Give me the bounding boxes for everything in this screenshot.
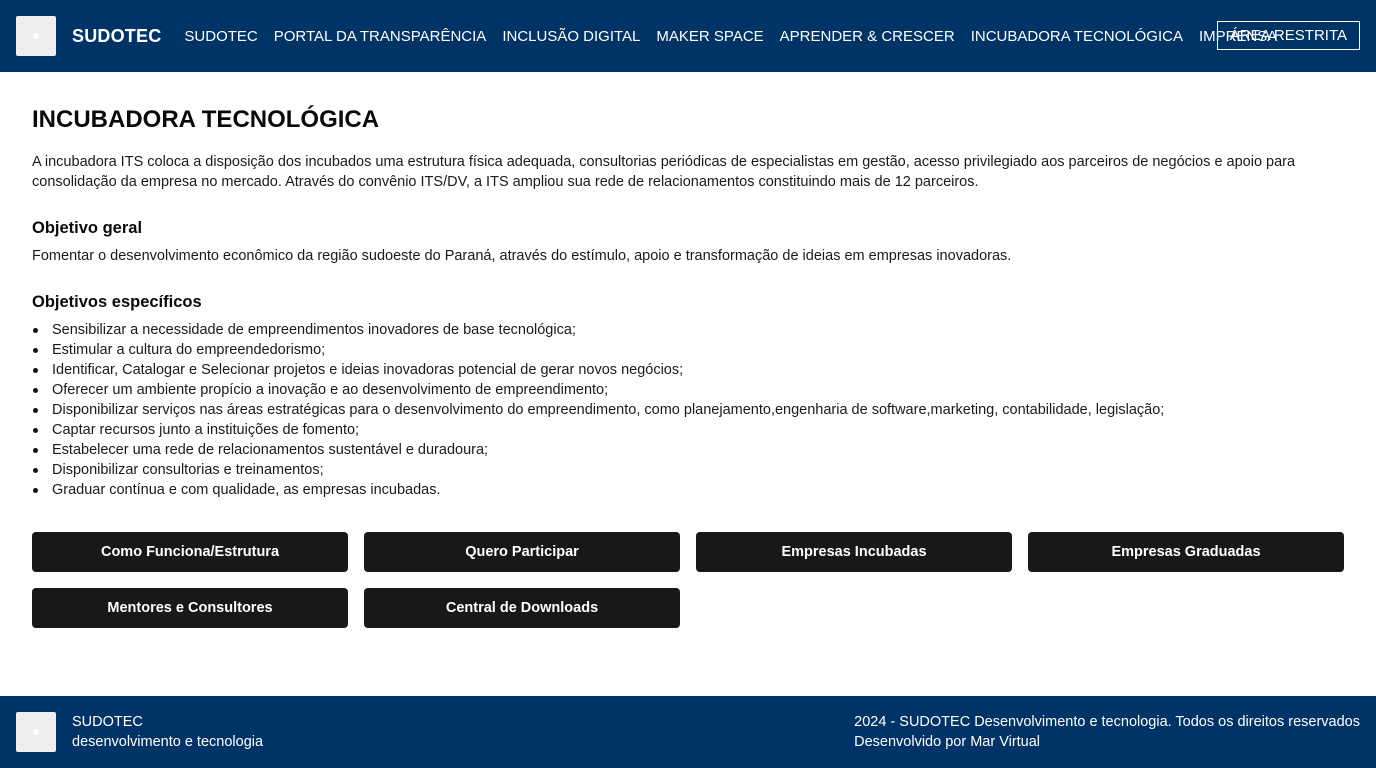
- list-item: Disponibilizar serviços nas áreas estrat…: [32, 400, 1344, 420]
- how-it-works-button[interactable]: Como Funciona/Estrutura: [32, 532, 348, 572]
- list-item: Estabelecer uma rede de relacionamentos …: [32, 440, 1344, 460]
- list-item: Identificar, Catalogar e Selecionar proj…: [32, 360, 1344, 380]
- list-item: Sensibilizar a necessidade de empreendim…: [32, 320, 1344, 340]
- brand-name[interactable]: SUDOTEC: [72, 26, 161, 47]
- page-title: INCUBADORA TECNOLÓGICA: [32, 106, 380, 133]
- nav-link-inclusao-digital[interactable]: INCLUSÃO DIGITAL: [502, 28, 640, 45]
- footer-credit[interactable]: Desenvolvido por Mar Virtual: [854, 732, 1360, 752]
- footer-brand-name: SUDOTEC: [72, 714, 143, 730]
- downloads-center-button[interactable]: Central de Downloads: [364, 588, 680, 628]
- list-item: Graduar contínua e com qualidade, as emp…: [32, 480, 1344, 500]
- footer-info: 2024 - SUDOTEC Desenvolvimento e tecnolo…: [854, 712, 1360, 752]
- logo-image[interactable]: [16, 16, 56, 56]
- nav-link-sudotec[interactable]: SUDOTEC: [184, 28, 257, 45]
- footer-brand-tagline: desenvolvimento e tecnologia: [72, 734, 264, 750]
- list-item: Disponibilizar consultorias e treinament…: [32, 460, 1344, 480]
- specific-objectives-list: Sensibilizar a necessidade de empreendim…: [32, 320, 1344, 500]
- list-item: Oferecer um ambiente propício a inovação…: [32, 380, 1344, 400]
- main-nav: SUDOTEC PORTAL DA TRANSPARÊNCIA INCLUSÃO…: [184, 28, 1293, 45]
- nav-link-aprender-crescer[interactable]: APRENDER & CRESCER: [780, 28, 955, 45]
- participate-button[interactable]: Quero Participar: [364, 532, 680, 572]
- mentors-consultants-button[interactable]: Mentores e Consultores: [32, 588, 348, 628]
- logo-icon: [33, 33, 39, 39]
- general-objective-text: Fomentar o desenvolvimento econômico da …: [32, 248, 1012, 264]
- main-content: INCUBADORA TECNOLÓGICA A incubadora ITS …: [32, 104, 1344, 628]
- top-navbar: SUDOTEC SUDOTEC PORTAL DA TRANSPARÊNCIA …: [0, 0, 1376, 72]
- graduated-companies-button[interactable]: Empresas Graduadas: [1028, 532, 1344, 572]
- specific-objectives-heading: Objetivos específicos: [32, 293, 202, 311]
- incubated-companies-button[interactable]: Empresas Incubadas: [696, 532, 1012, 572]
- nav-link-incubadora[interactable]: INCUBADORA TECNOLÓGICA: [971, 28, 1183, 45]
- action-buttons: Como Funciona/Estrutura Quero Participar…: [32, 532, 1344, 628]
- footer-logo-icon: [33, 729, 39, 735]
- footer-brand: SUDOTEC desenvolvimento e tecnologia: [72, 712, 263, 752]
- footer-copyright: 2024 - SUDOTEC Desenvolvimento e tecnolo…: [854, 714, 1360, 730]
- footer: SUDOTEC desenvolvimento e tecnologia 202…: [0, 696, 1376, 768]
- footer-logo-image: [16, 712, 56, 752]
- list-item: Estimular a cultura do empreendedorismo;: [32, 340, 1344, 360]
- nav-link-maker-space[interactable]: MAKER SPACE: [656, 28, 763, 45]
- restricted-area-button[interactable]: ÁREA RESTRITA: [1216, 21, 1360, 50]
- intro-paragraph: A incubadora ITS coloca a disposição dos…: [32, 154, 1296, 190]
- nav-link-portal-transparencia[interactable]: PORTAL DA TRANSPARÊNCIA: [274, 28, 487, 45]
- general-objective-heading: Objetivo geral: [32, 219, 143, 237]
- list-item: Captar recursos junto a instituições de …: [32, 420, 1344, 440]
